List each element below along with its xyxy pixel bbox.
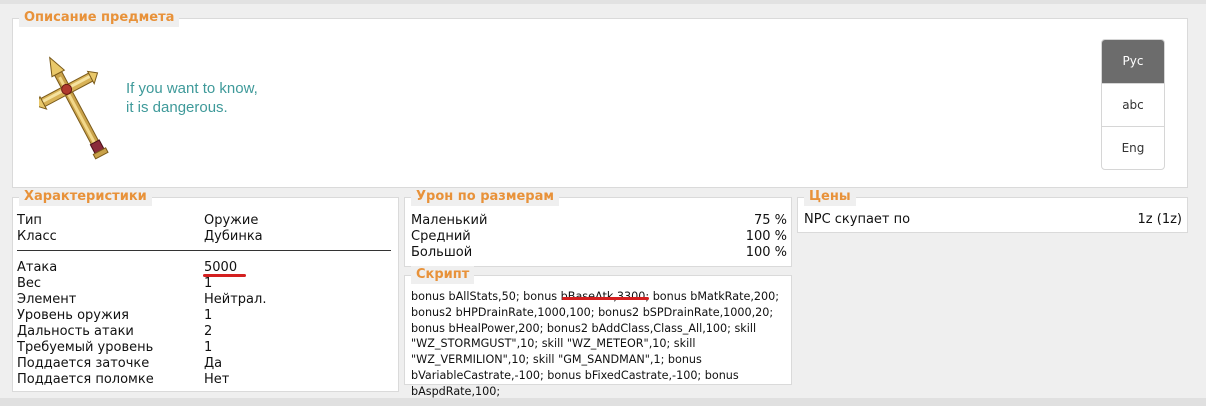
holy-cross-mace-icon (39, 56, 109, 160)
stat-value: Оружие (204, 213, 259, 228)
prices-legend: Цены (804, 188, 856, 206)
stat-key: Класс (17, 229, 57, 244)
stat-value: 1 (204, 340, 213, 355)
stat-key: Атака (17, 260, 58, 275)
stat-key: Элемент (17, 292, 77, 307)
script-panel: Скрипт bonus bAllStats,50; bonus bBaseAt… (404, 266, 792, 398)
description-line-2: it is dangerous. (126, 99, 228, 116)
stat-row-weight: Вес 1 (17, 276, 395, 292)
stat-value: Нейтрал. (204, 292, 267, 307)
script-legend: Скрипт (411, 266, 475, 284)
stat-value: 1 (204, 276, 213, 291)
bottom-border (0, 398, 1206, 406)
stat-value: 2 (204, 324, 213, 339)
stats-divider (17, 250, 391, 251)
item-page: Описание предмета If you want to know, i… (0, 0, 1206, 406)
price-value: 1z (1z) (1137, 212, 1182, 227)
stat-row-type: Тип Оружие (17, 213, 395, 229)
size-key: Средний (411, 229, 471, 244)
size-key: Маленький (411, 213, 488, 228)
characteristics-panel: Характеристики Тип Оружие Класс Дубинка … (12, 188, 399, 392)
language-button-abc[interactable]: abc (1102, 83, 1164, 126)
characteristics-legend: Характеристики (19, 188, 152, 206)
stat-row-class: Класс Дубинка (17, 229, 395, 245)
stat-value: 1 (204, 308, 213, 323)
stat-key: Поддается заточке (17, 356, 150, 371)
stat-row-element: Элемент Нейтрал. (17, 292, 395, 308)
size-row-small: Маленький 75 % (411, 213, 787, 229)
stat-key: Вес (17, 276, 42, 291)
language-switch: Рус abc Eng (1101, 39, 1165, 170)
size-row-large: Большой 100 % (411, 245, 787, 261)
description-line-1: If you want to know, (126, 80, 258, 97)
script-text-before: bonus bAllStats,50; bonus (411, 290, 561, 303)
stat-row-required-level: Требуемый уровень 1 (17, 340, 395, 356)
language-button-eng[interactable]: Eng (1102, 126, 1164, 169)
stat-row-refinable: Поддается заточке Да (17, 356, 395, 372)
language-button-rus[interactable]: Рус (1102, 40, 1164, 83)
price-row-npc-buys: NPC скупает по 1z (1z) (804, 212, 1182, 228)
prices-panel: Цены NPC скупает по 1z (1z) (797, 188, 1188, 233)
stat-key: Тип (17, 213, 42, 228)
item-description-panel: Описание предмета If you want to know, i… (12, 9, 1188, 188)
stat-value: Нет (204, 372, 230, 387)
stat-row-breakable: Поддается поломке Нет (17, 372, 395, 388)
price-key: NPC скупает по (804, 212, 911, 227)
item-script-text: bonus bAllStats,50; bonus bBaseAtk,3300;… (411, 289, 789, 400)
script-text-after: ; bonus bMatkRate,200; bonus2 bHPDrainRa… (411, 290, 780, 398)
script-red-underline (562, 297, 649, 300)
size-damage-legend: Урон по размерам (411, 188, 559, 206)
stat-row-attack-range: Дальность атаки 2 (17, 324, 395, 340)
stat-value: Дубинка (204, 229, 263, 244)
size-value: 100 % (745, 245, 787, 260)
stat-key: Поддается поломке (17, 372, 154, 387)
top-border (0, 0, 1206, 4)
stat-key: Уровень оружия (17, 308, 129, 323)
size-row-medium: Средний 100 % (411, 229, 787, 245)
stat-value: Да (204, 356, 223, 371)
size-value: 75 % (753, 213, 787, 228)
stat-key: Дальность атаки (17, 324, 134, 339)
stat-key: Требуемый уровень (17, 340, 154, 355)
stat-row-weapon-level: Уровень оружия 1 (17, 308, 395, 324)
item-description-text: If you want to know, it is dangerous. (126, 79, 258, 117)
item-description-legend: Описание предмета (19, 9, 180, 27)
size-value: 100 % (745, 229, 787, 244)
size-key: Большой (411, 245, 473, 260)
size-damage-panel: Урон по размерам Маленький 75 % Средний … (404, 188, 792, 267)
